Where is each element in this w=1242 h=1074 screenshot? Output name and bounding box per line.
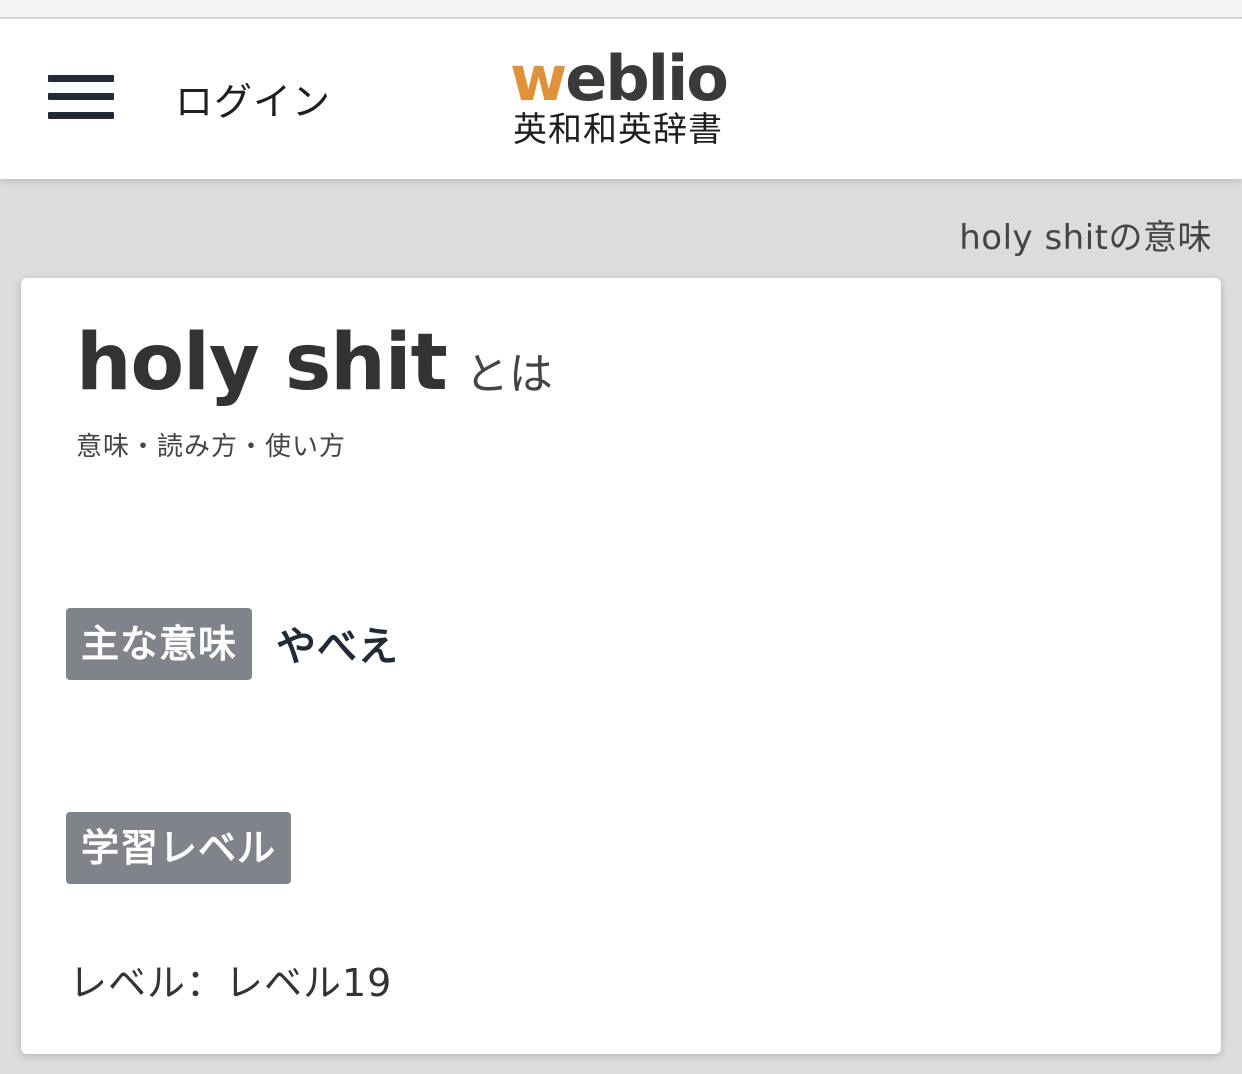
headword: holy shit [76,318,448,408]
site-header: ログイン weblio 英和和英辞書 [0,19,1242,179]
logo-wordmark: weblio [510,47,740,111]
breadcrumb: holy shitの意味 [959,218,1212,258]
browser-top-strip [0,0,1242,18]
weblio-logo[interactable]: weblio 英和和英辞書 [510,47,740,150]
main-meaning-text: やべえ [276,624,399,670]
learning-level-badge: 学習レベル [66,812,292,884]
learning-level-text: レベル：レベル19 [69,961,393,1005]
hamburger-menu-icon[interactable] [48,75,114,119]
logo-wordmark-rest: eblio [565,42,729,115]
page-title: holy shit とは [76,318,553,408]
page-subtitle: 意味・読み方・使い方 [76,432,347,462]
main-meaning-badge: 主な意味 [66,608,253,680]
logo-subtitle: 英和和英辞書 [513,110,723,150]
headword-suffix: とは [464,349,553,400]
login-link[interactable]: ログイン [175,71,331,126]
entry-card: holy shit とは 意味・読み方・使い方 主な意味 やべえ 学習レベル レベ… [21,278,1221,1054]
logo-wordmark-accent: w [510,42,567,115]
